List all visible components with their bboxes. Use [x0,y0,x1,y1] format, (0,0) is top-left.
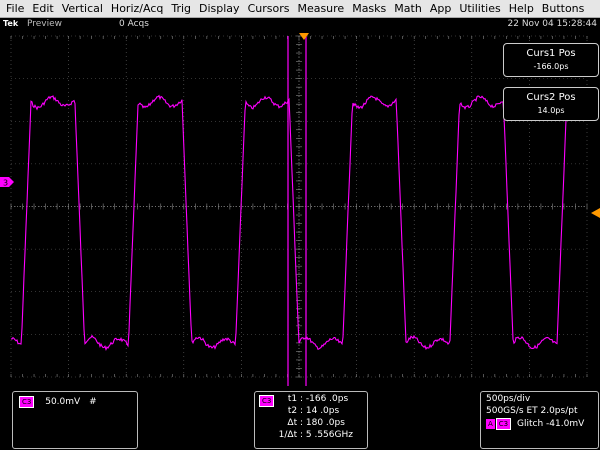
t1-value: -166 .0ps [305,394,349,404]
menu-trig[interactable]: Trig [171,0,191,17]
waveform-display[interactable]: 3 [0,30,600,386]
trigger-position-icon[interactable] [299,33,309,40]
menu-math[interactable]: Math [394,0,422,17]
horizontal-readout-panel[interactable]: 500ps/div 500GS/s ET 2.0ps/pt A C3 Glitch… [480,391,599,449]
menu-horiz-acq[interactable]: Horiz/Acq [111,0,163,17]
t2-value: 14 .0ps [305,406,340,416]
inverse-delta-t-label: 1/Δt : [278,430,303,440]
menu-measure[interactable]: Measure [297,0,344,17]
delta-t-label: Δt : [287,418,303,428]
graticule [10,35,588,378]
delta-t-value: 180 .0ps [305,418,345,428]
channel-3-tag: C3 [19,396,35,408]
cursor-1-readout[interactable]: Curs1 Pos -166.0ps [503,43,599,77]
timebase-label: 500ps/div [486,394,531,404]
menu-utilities[interactable]: Utilities [459,0,500,17]
channel-3-marker-label: 3 [3,179,8,188]
channel-3-marker-icon[interactable]: 3 [0,177,14,188]
menu-edit[interactable]: Edit [32,0,53,17]
menu-app[interactable]: App [430,0,452,17]
t2-label: t2 : [287,406,303,416]
cursor-2-readout[interactable]: Curs2 Pos 14.0ps [503,87,599,121]
cursor-1-value: -166.0ps [533,62,569,71]
cursor-1-title: Curs1 Pos [526,48,576,59]
t1-label: t1 : [287,394,303,404]
cursor-readout-panel[interactable]: C3 t1 : -166 .0ps t2 : 14 .0ps Δt : 180 … [254,391,368,449]
menu-cursors[interactable]: Cursors [248,0,290,17]
menu-file[interactable]: File [6,0,24,17]
trigger-source-a-tag: A [486,419,495,429]
menu-buttons[interactable]: Buttons [542,0,585,17]
trigger-channel-tag: C3 [495,418,512,430]
bandwidth-limit-icon: # [89,397,97,407]
cursor-2-title: Curs2 Pos [526,92,576,103]
brand-logo: Tek [3,19,19,28]
cursor-2-value: 14.0ps [537,106,565,115]
trigger-level-icon[interactable] [591,208,600,218]
status-bar: Tek Preview 0 Acqs 22 Nov 04 15:28:44 [0,18,600,30]
channel-scale: 50.0mV [45,397,81,407]
trigger-settings: Glitch -41.0mV [517,419,585,429]
mode-label: Preview [27,19,63,29]
cursor-channel-tag: C3 [259,395,275,407]
acquisition-count: 0 Acqs [119,19,149,29]
menu-bar: File Edit Vertical Horiz/Acq Trig Display Curs… [0,0,600,18]
menu-display[interactable]: Display [199,0,240,17]
channel-readout-panel[interactable]: C3 50.0mV # [12,391,138,449]
inverse-delta-t-value: 5 .556GHz [305,430,353,440]
menu-help[interactable]: Help [509,0,534,17]
menu-vertical[interactable]: Vertical [62,0,103,17]
menu-masks[interactable]: Masks [352,0,386,17]
sample-rate-label: 500GS/s ET 2.0ps/pt [486,406,578,416]
datetime-label: 22 Nov 04 15:28:44 [507,19,597,29]
